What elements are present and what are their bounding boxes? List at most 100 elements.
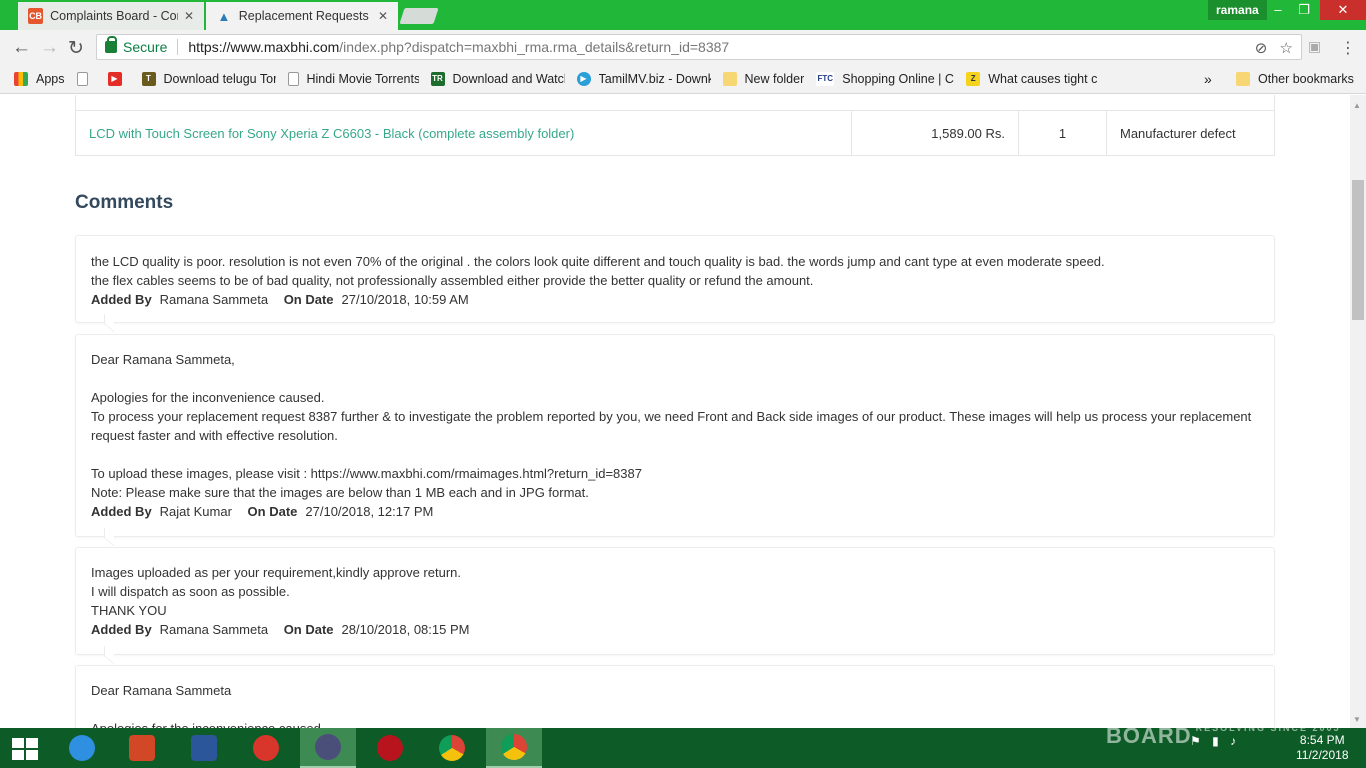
windows-start-icon[interactable] bbox=[12, 738, 38, 760]
sync-app-icon bbox=[69, 735, 95, 761]
added-by-label: Added By bbox=[91, 292, 152, 307]
scroll-up-arrow-icon[interactable]: ▲ bbox=[1353, 101, 1361, 110]
bookmark-label: Other bookmarks bbox=[1258, 71, 1354, 86]
taskbar-ccleaner[interactable] bbox=[238, 728, 294, 768]
comment-line: Images uploaded as per your requirement,… bbox=[91, 565, 461, 580]
bookmarks-overflow-chevron[interactable]: » bbox=[1204, 71, 1212, 87]
apps-grid-icon bbox=[14, 71, 28, 86]
comment-line: Dear Ramana Sammeta, bbox=[91, 352, 235, 367]
table-top-edge bbox=[75, 95, 1275, 110]
bookmark-label: Download and Watch bbox=[452, 71, 565, 86]
reason-cell: Manufacturer defect bbox=[1106, 110, 1275, 156]
comment-line: I will dispatch as soon as possible. bbox=[91, 584, 290, 599]
game-app-icon bbox=[377, 735, 403, 761]
cookie-blocked-icon[interactable]: ⊘ bbox=[1255, 40, 1268, 57]
price-cell: 1,589.00 Rs. bbox=[851, 110, 1019, 156]
comment-line: To upload these images, please visit : h… bbox=[91, 466, 642, 481]
divider bbox=[177, 39, 179, 55]
quantity-cell: 1 bbox=[1018, 110, 1107, 156]
comment-line: To process your replacement request 8387… bbox=[91, 409, 1252, 443]
comment-pointer bbox=[104, 313, 114, 333]
minimize-button[interactable]: – bbox=[1264, 0, 1292, 20]
reload-icon[interactable]: ↻ bbox=[68, 37, 84, 60]
tr-icon: TR bbox=[430, 71, 445, 86]
comment-meta: Added By Ramana Sammeta On Date 27/10/2018… bbox=[91, 290, 1259, 309]
taskbar-word[interactable] bbox=[176, 728, 232, 768]
tab-complaints-board[interactable]: CB Complaints Board - Cons ✕ bbox=[18, 2, 204, 30]
tab-title: Complaints Board - Cons bbox=[50, 9, 178, 23]
comment-line bbox=[91, 700, 1259, 719]
comment-pointer bbox=[104, 645, 114, 665]
bookmark-star-icon[interactable]: ☆ bbox=[1280, 40, 1293, 57]
complaints-board-watermark: BOARD RESOLVING SINCE 2005 bbox=[1106, 723, 1341, 749]
maxbhi-favicon: ▲ bbox=[217, 8, 231, 24]
tab-replacement-requests[interactable]: ▲ Replacement Requests : ✕ bbox=[206, 2, 398, 30]
added-by-label: Added By bbox=[91, 504, 152, 519]
bookmark-apps[interactable]: Apps bbox=[14, 71, 65, 86]
bookmark-tamilmv[interactable]: ▶ TamilMV.biz - Downk bbox=[576, 71, 711, 86]
bookmark-page[interactable] bbox=[76, 71, 96, 86]
back-arrow-icon[interactable]: ← bbox=[12, 37, 31, 59]
bookmark-hindi[interactable]: Hindi Movie Torrents bbox=[287, 71, 419, 86]
comment-card: Images uploaded as per your requirement,… bbox=[75, 547, 1275, 665]
bookmark-new-folder[interactable]: New folder bbox=[722, 71, 804, 86]
bookmark-label: What causes tight ca bbox=[988, 71, 1099, 86]
folder-icon bbox=[722, 71, 737, 86]
product-link[interactable]: LCD with Touch Screen for Sony Xperia Z … bbox=[89, 126, 574, 141]
taskbar-bittorrent[interactable] bbox=[300, 728, 356, 768]
bookmark-youtube[interactable]: ▶ bbox=[107, 71, 130, 86]
watermark-text: BOARD bbox=[1106, 723, 1192, 748]
menu-kebab-icon[interactable]: ⋮ bbox=[1340, 38, 1356, 58]
comment-date: 28/10/2018, 08:15 PM bbox=[341, 622, 470, 637]
bookmark-label: Shopping Online | Cc bbox=[842, 71, 955, 86]
comment-author: Ramana Sammeta bbox=[159, 292, 269, 307]
comment-line: the flex cables seems to be of bad quali… bbox=[91, 273, 814, 288]
comments-heading: Comments bbox=[75, 192, 174, 213]
taskbar-chrome[interactable] bbox=[424, 728, 480, 768]
comment-line: the LCD quality is poor. resolution is n… bbox=[91, 254, 1105, 269]
forward-arrow-icon[interactable]: → bbox=[40, 37, 59, 59]
powerpoint-icon bbox=[129, 735, 155, 761]
chrome-icon bbox=[501, 734, 527, 760]
taskbar-chrome-active[interactable] bbox=[486, 728, 542, 768]
page-scrollbar[interactable]: ▲ ▼ bbox=[1350, 95, 1366, 728]
new-tab-button[interactable] bbox=[399, 8, 439, 24]
comment-meta: Added By Rajat Kumar On Date 27/10/2018, 1… bbox=[91, 502, 1259, 521]
comment-card: Dear Ramana Sammeta, Apologies for the i… bbox=[75, 334, 1275, 547]
bookmark-other[interactable]: Other bookmarks bbox=[1236, 71, 1354, 86]
comment-line: Apologies for the inconvenience caused. bbox=[91, 390, 325, 405]
comment-line: Apologies for the inconvenience caused. bbox=[91, 719, 1259, 728]
bookmark-label: Hindi Movie Torrents bbox=[306, 71, 419, 86]
scrollbar-thumb[interactable] bbox=[1352, 180, 1364, 320]
address-bar[interactable]: Secure https://www.maxbhi.com/index.php?… bbox=[96, 34, 1302, 60]
taskbar-powerpoint[interactable] bbox=[114, 728, 170, 768]
bookmark-label: Apps bbox=[36, 71, 65, 86]
browser-toolbar: ← → ↻ Secure https://www.maxbhi.com/inde… bbox=[0, 30, 1366, 64]
close-tab-icon[interactable]: ✕ bbox=[378, 9, 388, 23]
bookmarks-bar: Apps ▶ T Download telugu Tor Hindi Movie… bbox=[0, 64, 1366, 94]
bookmark-what-causes[interactable]: Z What causes tight ca bbox=[966, 71, 1099, 86]
url-text[interactable]: https://www.maxbhi.com/index.php?dispatc… bbox=[188, 39, 729, 55]
taskbar-sync-app[interactable] bbox=[54, 728, 110, 768]
bookmark-download-watch[interactable]: TR Download and Watch bbox=[430, 71, 565, 86]
comment-line: Dear Ramana Sammeta bbox=[91, 683, 232, 698]
watermark-subtext: RESOLVING SINCE 2005 bbox=[1195, 723, 1341, 733]
rma-products-table: LCD with Touch Screen for Sony Xperia Z … bbox=[75, 110, 1275, 156]
omnibox-icons: ⊘ ☆ bbox=[1255, 39, 1293, 57]
close-window-button[interactable]: ✕ bbox=[1320, 0, 1366, 20]
complaints-board-favicon: CB bbox=[28, 8, 44, 24]
page-content: LCD with Touch Screen for Sony Xperia Z … bbox=[0, 95, 1350, 728]
maximize-button[interactable]: ❐ bbox=[1290, 0, 1318, 20]
scroll-down-arrow-icon[interactable]: ▼ bbox=[1353, 715, 1361, 724]
bookmark-shopping[interactable]: FTC Shopping Online | Cc bbox=[816, 71, 955, 86]
youtube-icon: ▶ bbox=[107, 71, 122, 86]
profile-button[interactable]: ramana bbox=[1208, 0, 1267, 20]
browser-titlebar: CB Complaints Board - Cons ✕ ▲ Replaceme… bbox=[0, 0, 1366, 30]
taskbar-game-app[interactable] bbox=[362, 728, 418, 768]
extension-icon[interactable]: ▣ bbox=[1308, 38, 1321, 55]
close-tab-icon[interactable]: ✕ bbox=[184, 9, 194, 23]
on-date-label: On Date bbox=[247, 504, 298, 519]
table-row: LCD with Touch Screen for Sony Xperia Z … bbox=[75, 110, 1275, 156]
comment-pointer bbox=[104, 527, 114, 547]
bookmark-telugu[interactable]: T Download telugu Tor bbox=[141, 71, 276, 86]
